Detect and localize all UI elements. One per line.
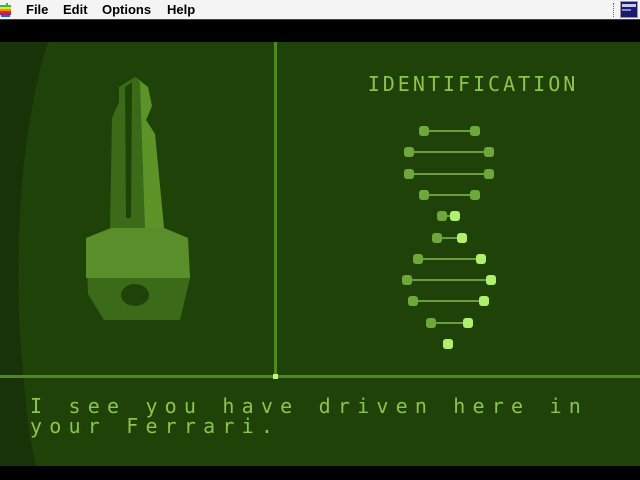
helix-node [457, 233, 467, 243]
helix-node [419, 126, 429, 136]
helix-node [484, 169, 494, 179]
helix-node [437, 211, 447, 221]
application-menu-icon[interactable] [620, 1, 638, 18]
helix-node [470, 190, 480, 200]
helix-node [426, 318, 436, 328]
helix-node [479, 296, 489, 306]
dialogue-text: I see you have driven here in your Ferra… [30, 394, 608, 438]
helix-node [413, 254, 423, 264]
helix-node [432, 233, 442, 243]
helix-node [419, 190, 429, 200]
helix-node [470, 126, 480, 136]
menu-bar: File Edit Options Help [0, 0, 640, 20]
helix-node [463, 318, 473, 328]
menubar-separator [613, 3, 616, 17]
menu-edit[interactable]: Edit [63, 2, 88, 18]
helix-node [404, 169, 414, 179]
helix-node [486, 275, 496, 285]
helix-node [404, 147, 414, 157]
apple-icon[interactable] [0, 3, 12, 17]
helix-node [408, 296, 418, 306]
game-screen[interactable]: IDENTIFICATION I see you have driven her… [0, 42, 640, 466]
menu-help[interactable]: Help [167, 2, 195, 18]
helix-node [484, 147, 494, 157]
helix-node [402, 275, 412, 285]
menu-options[interactable]: Options [102, 2, 151, 18]
helix-node [476, 254, 486, 264]
helix-node [443, 339, 453, 349]
menu-file[interactable]: File [26, 2, 48, 18]
helix-node [450, 211, 460, 221]
